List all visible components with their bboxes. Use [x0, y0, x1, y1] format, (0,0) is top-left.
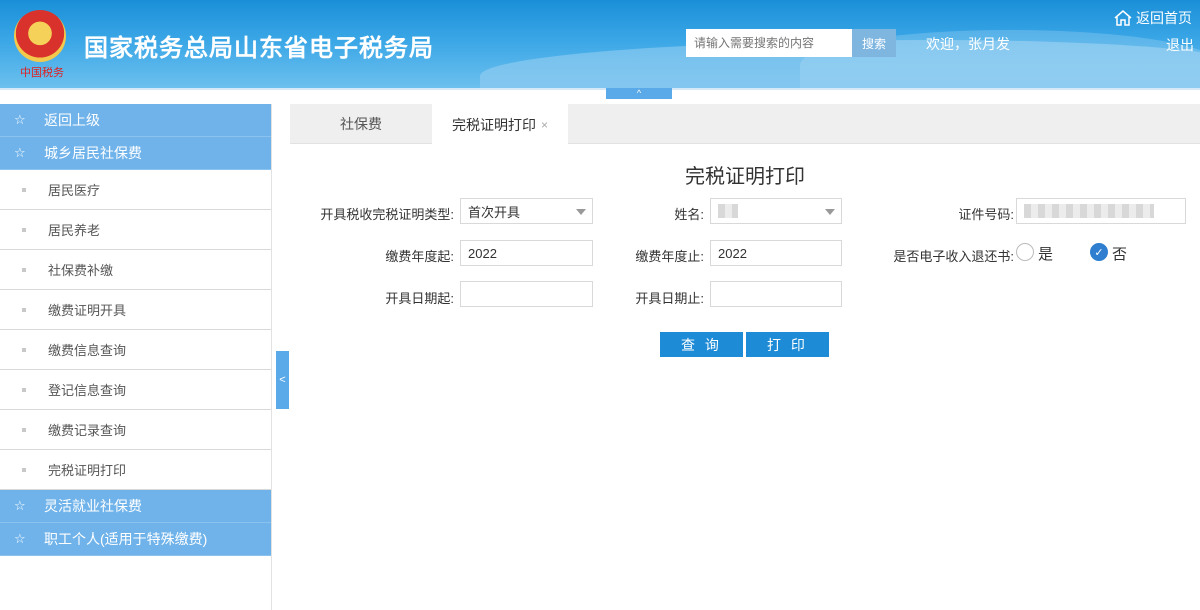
sidebar-collapse-button[interactable]: <: [276, 351, 289, 409]
bullet-icon: [22, 307, 26, 312]
sidebar-item-label: 登记信息查询: [48, 383, 127, 398]
emblem-caption: 中国税务: [20, 66, 64, 79]
sidebar-item-payment-cert[interactable]: 缴费证明开具: [0, 290, 271, 330]
welcome-text: 欢迎，张月发: [926, 36, 1010, 52]
sidebar-group-flexible[interactable]: ☆ 灵活就业社保费: [0, 490, 271, 523]
home-link-label: 返回首页: [1136, 10, 1192, 26]
tab-label: 社保费: [340, 116, 382, 132]
chevron-down-icon: [576, 209, 586, 215]
sidebar-group-label: 灵活就业社保费: [44, 498, 142, 514]
bullet-icon: [22, 347, 26, 352]
sidebar-item-medical[interactable]: 居民医疗: [0, 170, 271, 210]
sidebar-group-employee[interactable]: ☆ 职工个人(适用于特殊缴费): [0, 523, 271, 556]
year-start-input[interactable]: 2022: [460, 240, 593, 266]
cert-type-select[interactable]: 首次开具: [460, 198, 593, 224]
close-icon[interactable]: ×: [541, 118, 548, 132]
sidebar: ☆ 返回上级 ☆ 城乡居民社保费 居民医疗 居民养老 社保费补缴 缴费证明开具 …: [0, 104, 272, 610]
home-link[interactable]: 返回首页: [1114, 8, 1192, 28]
year-end-label: 缴费年度止:: [635, 249, 704, 264]
logout-link[interactable]: 退出: [1166, 35, 1194, 55]
sidebar-item-back[interactable]: ☆ 返回上级: [0, 104, 271, 137]
home-icon: [1114, 10, 1132, 26]
cert-type-value: 首次开具: [468, 204, 521, 220]
tab-bar: 社保费 完税证明打印 ×: [290, 104, 1200, 145]
tab-social-insurance[interactable]: 社保费: [290, 104, 432, 144]
tax-emblem-icon: [14, 10, 66, 62]
name-select[interactable]: [710, 198, 842, 224]
sidebar-item-label: 缴费信息查询: [48, 343, 127, 358]
refund-label: 是否电子收入退还书:: [893, 249, 1014, 264]
bullet-icon: [22, 227, 26, 232]
year-start-value: 2022: [468, 245, 497, 261]
star-icon: ☆: [14, 112, 26, 127]
star-icon: ☆: [14, 498, 26, 513]
year-start-label: 缴费年度起:: [385, 249, 454, 264]
sidebar-item-label: 缴费证明开具: [48, 303, 127, 318]
collapse-header-button[interactable]: ^: [606, 88, 672, 99]
main-content: 社保费 完税证明打印 × 完税证明打印 开具税收完税证明类型: 首次开具 姓名:…: [290, 104, 1200, 610]
search-input[interactable]: [686, 29, 852, 57]
date-start-label: 开具日期起:: [385, 291, 454, 306]
date-end-label: 开具日期止:: [635, 291, 704, 306]
chevron-down-icon: [825, 209, 835, 215]
star-icon: ☆: [14, 531, 26, 546]
sidebar-item-tax-cert-print[interactable]: 完税证明打印: [0, 450, 271, 490]
radio-yes-label: 是: [1038, 246, 1054, 263]
bullet-icon: [22, 187, 26, 192]
tab-tax-cert-print[interactable]: 完税证明打印 ×: [432, 104, 568, 145]
sidebar-item-label: 缴费记录查询: [48, 423, 127, 438]
id-number-input[interactable]: [1016, 198, 1186, 224]
search-button[interactable]: 搜索: [852, 29, 896, 57]
star-icon: ☆: [14, 145, 26, 160]
header-divider: [0, 88, 1200, 90]
sidebar-item-label: 居民医疗: [48, 183, 101, 198]
radio-no[interactable]: ✓: [1090, 243, 1108, 261]
tab-label: 完税证明打印: [451, 116, 536, 133]
sidebar-item-label: 居民养老: [48, 223, 101, 238]
date-start-input[interactable]: [460, 281, 593, 307]
bullet-icon: [22, 467, 26, 472]
bullet-icon: [22, 267, 26, 272]
query-button[interactable]: 查 询: [660, 332, 743, 357]
page-title: 完税证明打印: [685, 166, 805, 188]
print-button[interactable]: 打 印: [746, 332, 829, 357]
site-title: 国家税务总局山东省电子税务局: [84, 35, 434, 62]
sidebar-item-supplement[interactable]: 社保费补缴: [0, 250, 271, 290]
redacted-id: [1024, 204, 1154, 218]
sidebar-item-payment-records[interactable]: 缴费记录查询: [0, 410, 271, 450]
year-end-value: 2022: [718, 245, 747, 261]
radio-no-label: 否: [1112, 246, 1128, 263]
site-header: 中国税务 国家税务总局山东省电子税务局 搜索 欢迎，张月发 返回首页 退出: [0, 0, 1200, 88]
id-number-label: 证件号码:: [958, 207, 1014, 222]
bullet-icon: [22, 387, 26, 392]
sidebar-item-pension[interactable]: 居民养老: [0, 210, 271, 250]
redacted-name: [718, 204, 738, 218]
sidebar-item-label: 社保费补缴: [48, 263, 114, 278]
sidebar-group-label: 返回上级: [44, 112, 100, 128]
cert-type-label: 开具税收完税证明类型:: [320, 207, 454, 222]
sidebar-item-label: 完税证明打印: [48, 463, 127, 478]
sidebar-group-resident[interactable]: ☆ 城乡居民社保费: [0, 137, 271, 170]
sidebar-item-payment-info[interactable]: 缴费信息查询: [0, 330, 271, 370]
check-icon: ✓: [1094, 246, 1104, 259]
sidebar-item-registration[interactable]: 登记信息查询: [0, 370, 271, 410]
bullet-icon: [22, 427, 26, 432]
year-end-input[interactable]: 2022: [710, 240, 842, 266]
radio-yes[interactable]: [1016, 243, 1034, 261]
name-label: 姓名:: [674, 207, 704, 222]
sidebar-group-label: 职工个人(适用于特殊缴费): [44, 531, 208, 547]
sidebar-group-label: 城乡居民社保费: [44, 145, 142, 161]
date-end-input[interactable]: [710, 281, 842, 307]
